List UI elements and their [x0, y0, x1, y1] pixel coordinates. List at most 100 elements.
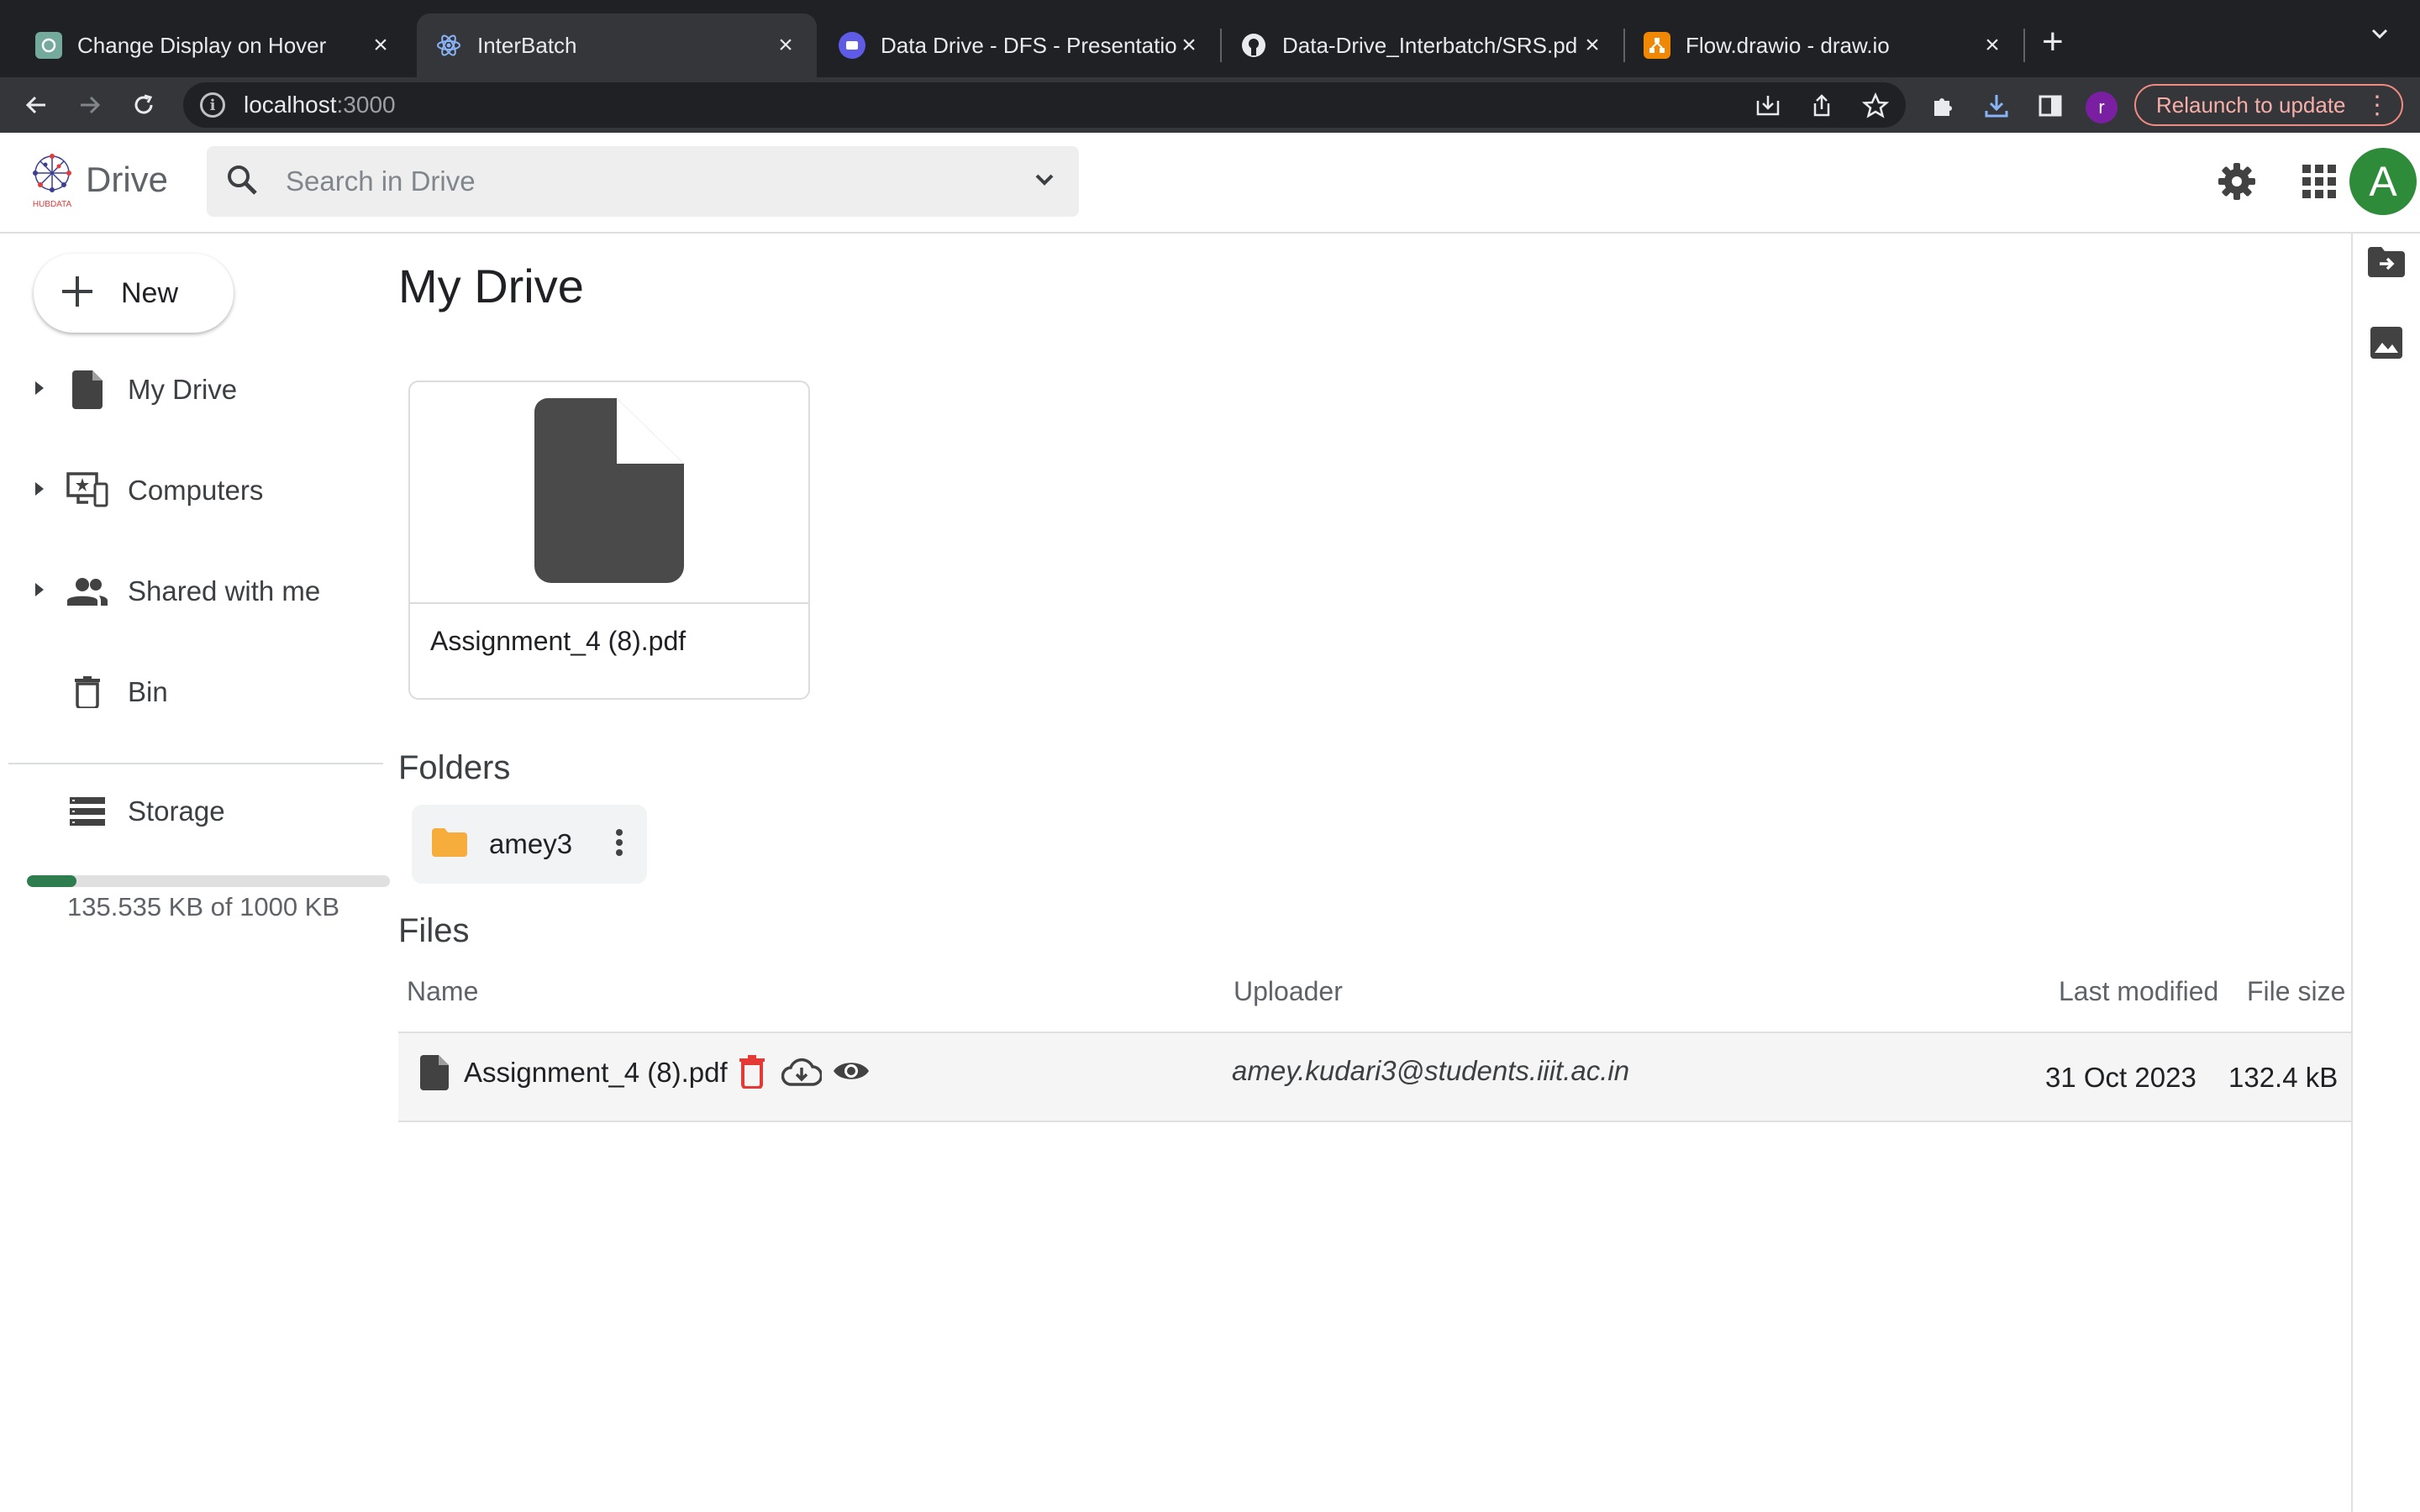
account-avatar[interactable]: A [2349, 148, 2417, 215]
new-tab-icon[interactable]: + [2042, 22, 2064, 62]
delete-icon[interactable] [739, 1055, 765, 1093]
chatgpt-icon [35, 32, 62, 59]
files-heading: Files [398, 912, 470, 949]
expand-caret-icon[interactable] [34, 380, 45, 401]
view-eye-icon[interactable] [832, 1058, 871, 1088]
kebab-menu-icon[interactable]: ⋮ [2365, 91, 2390, 120]
close-tab-icon[interactable]: × [368, 31, 393, 60]
site-info-icon[interactable]: i [200, 92, 225, 118]
app-header: HUBDATA Drive Search in Drive A [0, 133, 2420, 234]
browser-tab-2[interactable]: InterBatch × [417, 13, 817, 77]
sidebar-item-label: Storage [128, 795, 225, 827]
extensions-puzzle-icon[interactable] [1926, 89, 1960, 123]
column-header-last-modified[interactable]: Last modified [2059, 976, 2218, 1007]
back-arrow-icon[interactable] [15, 84, 57, 126]
cloud-download-icon[interactable] [781, 1057, 823, 1091]
new-button[interactable]: New [34, 254, 234, 333]
close-tab-icon[interactable]: × [1980, 31, 2005, 60]
app-title: Drive [86, 160, 169, 199]
browser-tab-strip: Change Display on Hover × InterBatch × D… [0, 0, 2420, 77]
sidebar-item-computers[interactable]: Computers [0, 450, 387, 531]
address-port: :3000 [336, 92, 396, 118]
sidebar-item-my-drive[interactable]: My Drive [0, 349, 387, 430]
storage-progress-bar [27, 875, 390, 887]
storage-usage-text: 135.535 KB of 1000 KB [67, 892, 340, 921]
computers-icon [66, 469, 109, 512]
more-options-icon[interactable] [615, 828, 623, 861]
sidebar-item-label: Computers [128, 475, 264, 506]
file-card-name: Assignment_4 (8).pdf [430, 626, 687, 656]
tab-title: Data-Drive_Interbatch/SRS.pd [1282, 32, 1578, 58]
tab-search-chevron-icon[interactable] [2368, 22, 2391, 52]
right-rail-divider [2351, 234, 2353, 1512]
image-icon[interactable] [2368, 324, 2405, 361]
sidebar-item-label: Bin [128, 676, 168, 707]
trash-icon [66, 670, 109, 714]
search-input[interactable]: Search in Drive [207, 146, 1079, 217]
tab-title: Data Drive - DFS - Presentatio [881, 32, 1176, 58]
github-icon [1240, 32, 1267, 59]
tab-title: Flow.drawio - draw.io [1686, 32, 1890, 58]
reload-icon[interactable] [123, 84, 165, 126]
sidebar-divider [8, 763, 383, 764]
relaunch-button[interactable]: Relaunch to update ⋮ [2134, 84, 2403, 126]
storage-icon [66, 790, 109, 833]
bookmark-star-icon[interactable] [1859, 89, 1892, 123]
column-header-file-size[interactable]: File size [2247, 976, 2345, 1007]
folders-heading: Folders [398, 749, 511, 786]
tab-title: InterBatch [477, 32, 577, 58]
file-icon [66, 368, 109, 412]
apps-grid-icon[interactable] [2294, 156, 2344, 207]
sidebar-item-bin[interactable]: Bin [0, 652, 387, 732]
column-header-name[interactable]: Name [407, 976, 478, 1007]
side-panel-icon[interactable] [2033, 89, 2067, 123]
move-to-folder-icon[interactable] [2368, 244, 2405, 281]
file-size: 132.4 kB [2228, 1062, 2338, 1093]
browser-toolbar: i localhost:3000 r Relaunch to update ⋮ [0, 77, 2420, 133]
file-name[interactable]: Assignment_4 (8).pdf [464, 1057, 728, 1089]
downloads-icon[interactable] [1980, 89, 2013, 123]
sidebar-item-label: Shared with me [128, 575, 321, 606]
slides-icon [839, 32, 865, 59]
storage-progress-fill [27, 875, 76, 887]
address-bar[interactable]: i localhost:3000 [183, 82, 1906, 128]
page-title: My Drive [398, 260, 584, 312]
suggested-file-card[interactable]: Assignment_4 (8).pdf [408, 381, 810, 700]
plus-icon [59, 273, 96, 314]
sidebar-item-shared-with-me[interactable]: Shared with me [0, 551, 387, 632]
file-icon [420, 1055, 449, 1095]
file-thumbnail [410, 382, 808, 604]
tab-title: Change Display on Hover [77, 32, 327, 58]
file-icon [534, 397, 684, 587]
close-tab-icon[interactable]: × [1176, 31, 1202, 60]
relaunch-label: Relaunch to update [2156, 92, 2346, 118]
logo-text: HUBDATA [33, 200, 72, 209]
sidebar-item-storage[interactable]: Storage [0, 771, 387, 852]
share-icon[interactable] [1805, 89, 1839, 123]
browser-tab-4[interactable]: Data-Drive_Interbatch/SRS.pd × [1222, 13, 1623, 77]
react-icon [435, 32, 462, 59]
browser-tab-3[interactable]: Data Drive - DFS - Presentatio × [820, 13, 1220, 77]
forward-arrow-icon[interactable] [69, 84, 111, 126]
close-tab-icon[interactable]: × [1580, 31, 1605, 60]
drawio-icon [1644, 32, 1670, 59]
sidebar-item-label: My Drive [128, 374, 238, 405]
table-row[interactable]: Assignment_4 (8).pdf amey.kudari3@studen… [398, 1033, 2353, 1121]
settings-gear-icon[interactable] [2212, 156, 2262, 207]
expand-caret-icon[interactable] [34, 581, 45, 602]
close-tab-icon[interactable]: × [773, 31, 798, 60]
browser-tab-5[interactable]: Flow.drawio - draw.io × [1625, 13, 2023, 77]
install-app-icon[interactable] [1751, 89, 1785, 123]
search-placeholder: Search in Drive [286, 165, 476, 197]
folder-chip[interactable]: amey3 [412, 805, 647, 884]
column-header-uploader[interactable]: Uploader [1234, 976, 1343, 1007]
address-host: localhost [244, 92, 337, 118]
expand-caret-icon[interactable] [34, 480, 45, 501]
browser-tab-1[interactable]: Change Display on Hover × [17, 13, 412, 77]
hubdata-logo[interactable]: HUBDATA [20, 151, 84, 210]
table-row-divider [398, 1121, 2353, 1122]
search-icon[interactable] [225, 163, 262, 201]
search-options-chevron-icon[interactable] [1032, 167, 1057, 197]
profile-avatar[interactable]: r [2086, 92, 2118, 123]
file-uploader: amey.kudari3@students.iiit.ac.in [1232, 1055, 1630, 1086]
